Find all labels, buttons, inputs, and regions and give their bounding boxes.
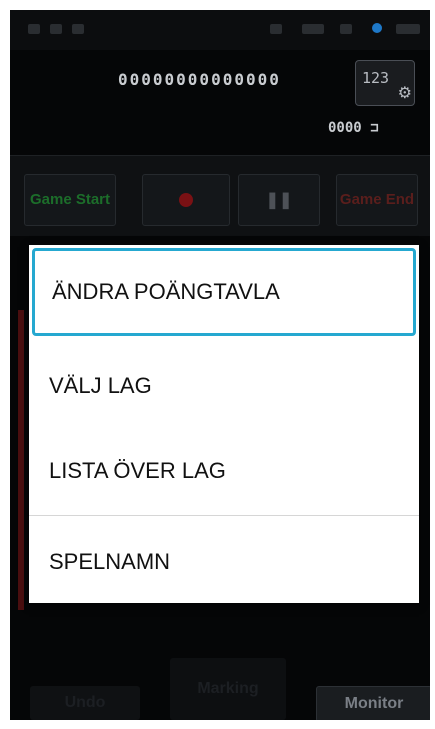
- undo-button[interactable]: Undo: [30, 686, 140, 720]
- scoreboard-strip: [18, 310, 24, 610]
- settings-gear-icon: ⚙: [397, 85, 412, 102]
- monitor-label: Monitor: [344, 695, 404, 712]
- game-start-button[interactable]: Game Start: [24, 174, 116, 226]
- record-controls: Game Start ❚❚ Game End: [10, 155, 430, 236]
- menu-item-team-list[interactable]: LISTA ÖVER LAG: [29, 426, 419, 516]
- battery-indicator: 0000 ⊐: [328, 120, 379, 136]
- menu-item-label: SPELNAMN: [49, 549, 171, 574]
- recording-counter: 00000000000000: [118, 70, 281, 89]
- signal-icon: [302, 24, 324, 34]
- battery-value: 0000: [328, 120, 362, 136]
- marking-button[interactable]: Marking: [170, 658, 286, 720]
- battery-status-icon: [396, 24, 420, 34]
- status-bar: [10, 10, 430, 50]
- status-icon: [50, 24, 62, 34]
- notification-icon: [372, 23, 382, 33]
- game-start-label: Game Start: [29, 191, 111, 208]
- menu-item-game-name[interactable]: SPELNAMN: [29, 517, 419, 607]
- menu-divider: [29, 515, 419, 516]
- pause-icon: ❚❚: [265, 192, 293, 209]
- status-icon: [270, 24, 282, 34]
- status-icon: [72, 24, 84, 34]
- settings-label: 123: [362, 69, 390, 87]
- menu-item-edit-scoreboard[interactable]: ÄNDRA POÄNGTAVLA: [32, 248, 416, 336]
- record-button[interactable]: [142, 174, 230, 226]
- game-end-button[interactable]: Game End: [336, 174, 418, 226]
- menu-item-label: LISTA ÖVER LAG: [49, 458, 226, 483]
- menu-item-label: ÄNDRA POÄNGTAVLA: [52, 279, 280, 304]
- options-menu-dialog: ÄNDRA POÄNGTAVLA VÄLJ LAG LISTA ÖVER LAG…: [29, 245, 419, 603]
- pause-button[interactable]: ❚❚: [238, 174, 320, 226]
- undo-label: Undo: [64, 694, 106, 711]
- menu-item-select-team[interactable]: VÄLJ LAG: [29, 341, 419, 431]
- marking-label: Marking: [197, 680, 259, 697]
- status-icon: [28, 24, 40, 34]
- monitor-button[interactable]: Monitor: [316, 686, 430, 720]
- status-icon: [340, 24, 352, 34]
- game-end-label: Game End: [339, 191, 415, 208]
- record-icon: [179, 193, 193, 207]
- settings-button[interactable]: 123 ⚙: [355, 60, 415, 106]
- menu-item-label: VÄLJ LAG: [49, 373, 152, 398]
- battery-icon: ⊐: [370, 120, 379, 136]
